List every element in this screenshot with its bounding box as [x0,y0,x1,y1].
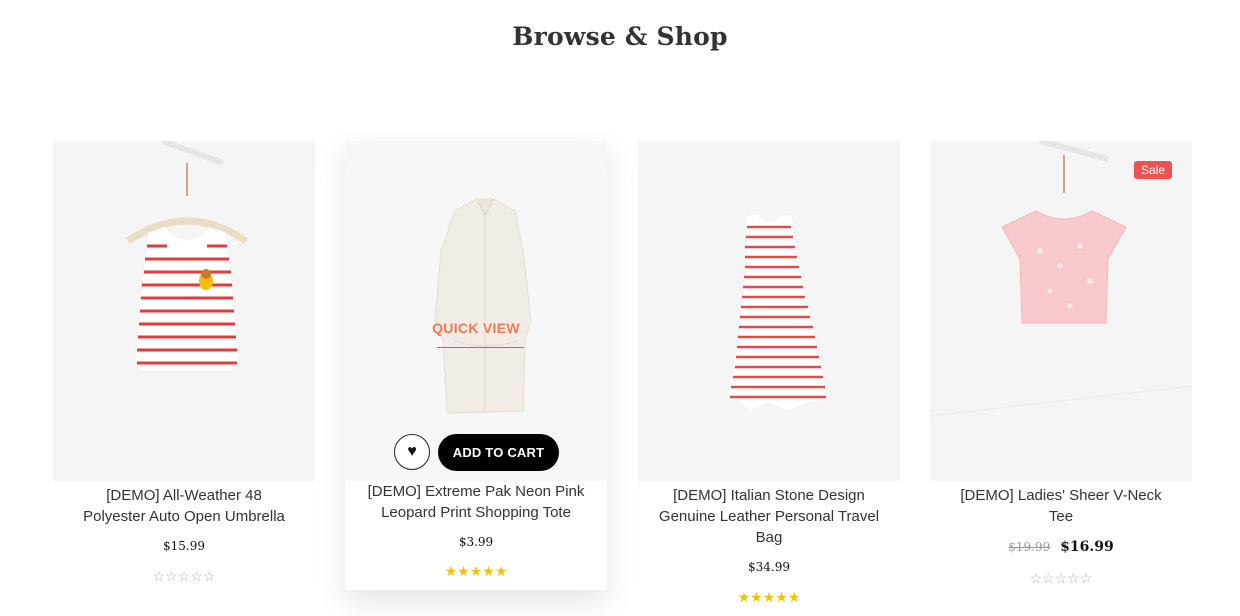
product-name[interactable]: [DEMO] All-Weather 48 Polyester Auto Ope… [53,485,315,527]
wishlist-button[interactable]: ♥ [394,434,430,470]
rating-stars: ★★★★★ [444,563,508,579]
rating-stars: ☆☆☆☆☆ [152,568,216,584]
product-image[interactable]: QUICK VIEW ♥ ADD TO CART [345,141,607,481]
rating-stars: ★★★★★ [737,589,801,605]
product-price: $34.99 [748,560,790,574]
product-price: $3.99 [458,535,494,549]
product-price: $19.99 $16.99 [930,539,1192,555]
product-image[interactable] [53,141,315,481]
section-heading: Browse & Shop [512,22,728,51]
product-price: $15.99 [163,539,205,553]
original-price: $19.99 [1008,540,1051,554]
product-card[interactable]: QUICK VIEW ♥ ADD TO CART [DEMO] Extreme … [345,141,607,590]
quick-view-underline [437,347,524,348]
sale-badge: Sale [1133,161,1172,179]
heart-icon: ♥ [407,443,417,460]
product-name[interactable]: [DEMO] Extreme Pak Neon Pink Leopard Pri… [345,481,607,523]
add-to-cart-button[interactable]: ADD TO CART [438,434,559,471]
rating-stars: ☆☆☆☆☆ [1029,570,1093,586]
product-image[interactable]: Sale [930,141,1192,481]
product-image[interactable] [638,141,900,481]
product-name[interactable]: [DEMO] Italian Stone Design Genuine Leat… [638,485,900,548]
quick-view-link[interactable]: QUICK VIEW [345,320,607,336]
product-name[interactable]: [DEMO] Ladies' Sheer V-Neck Tee [930,485,1192,527]
product-card[interactable]: [DEMO] All-Weather 48 Polyester Auto Ope… [53,141,315,585]
sale-price: $16.99 [1060,539,1114,555]
product-card[interactable]: [DEMO] Italian Stone Design Genuine Leat… [638,141,900,606]
product-card[interactable]: Sale [DEMO] Ladies' Sheer V-Neck Tee $19… [930,141,1192,587]
